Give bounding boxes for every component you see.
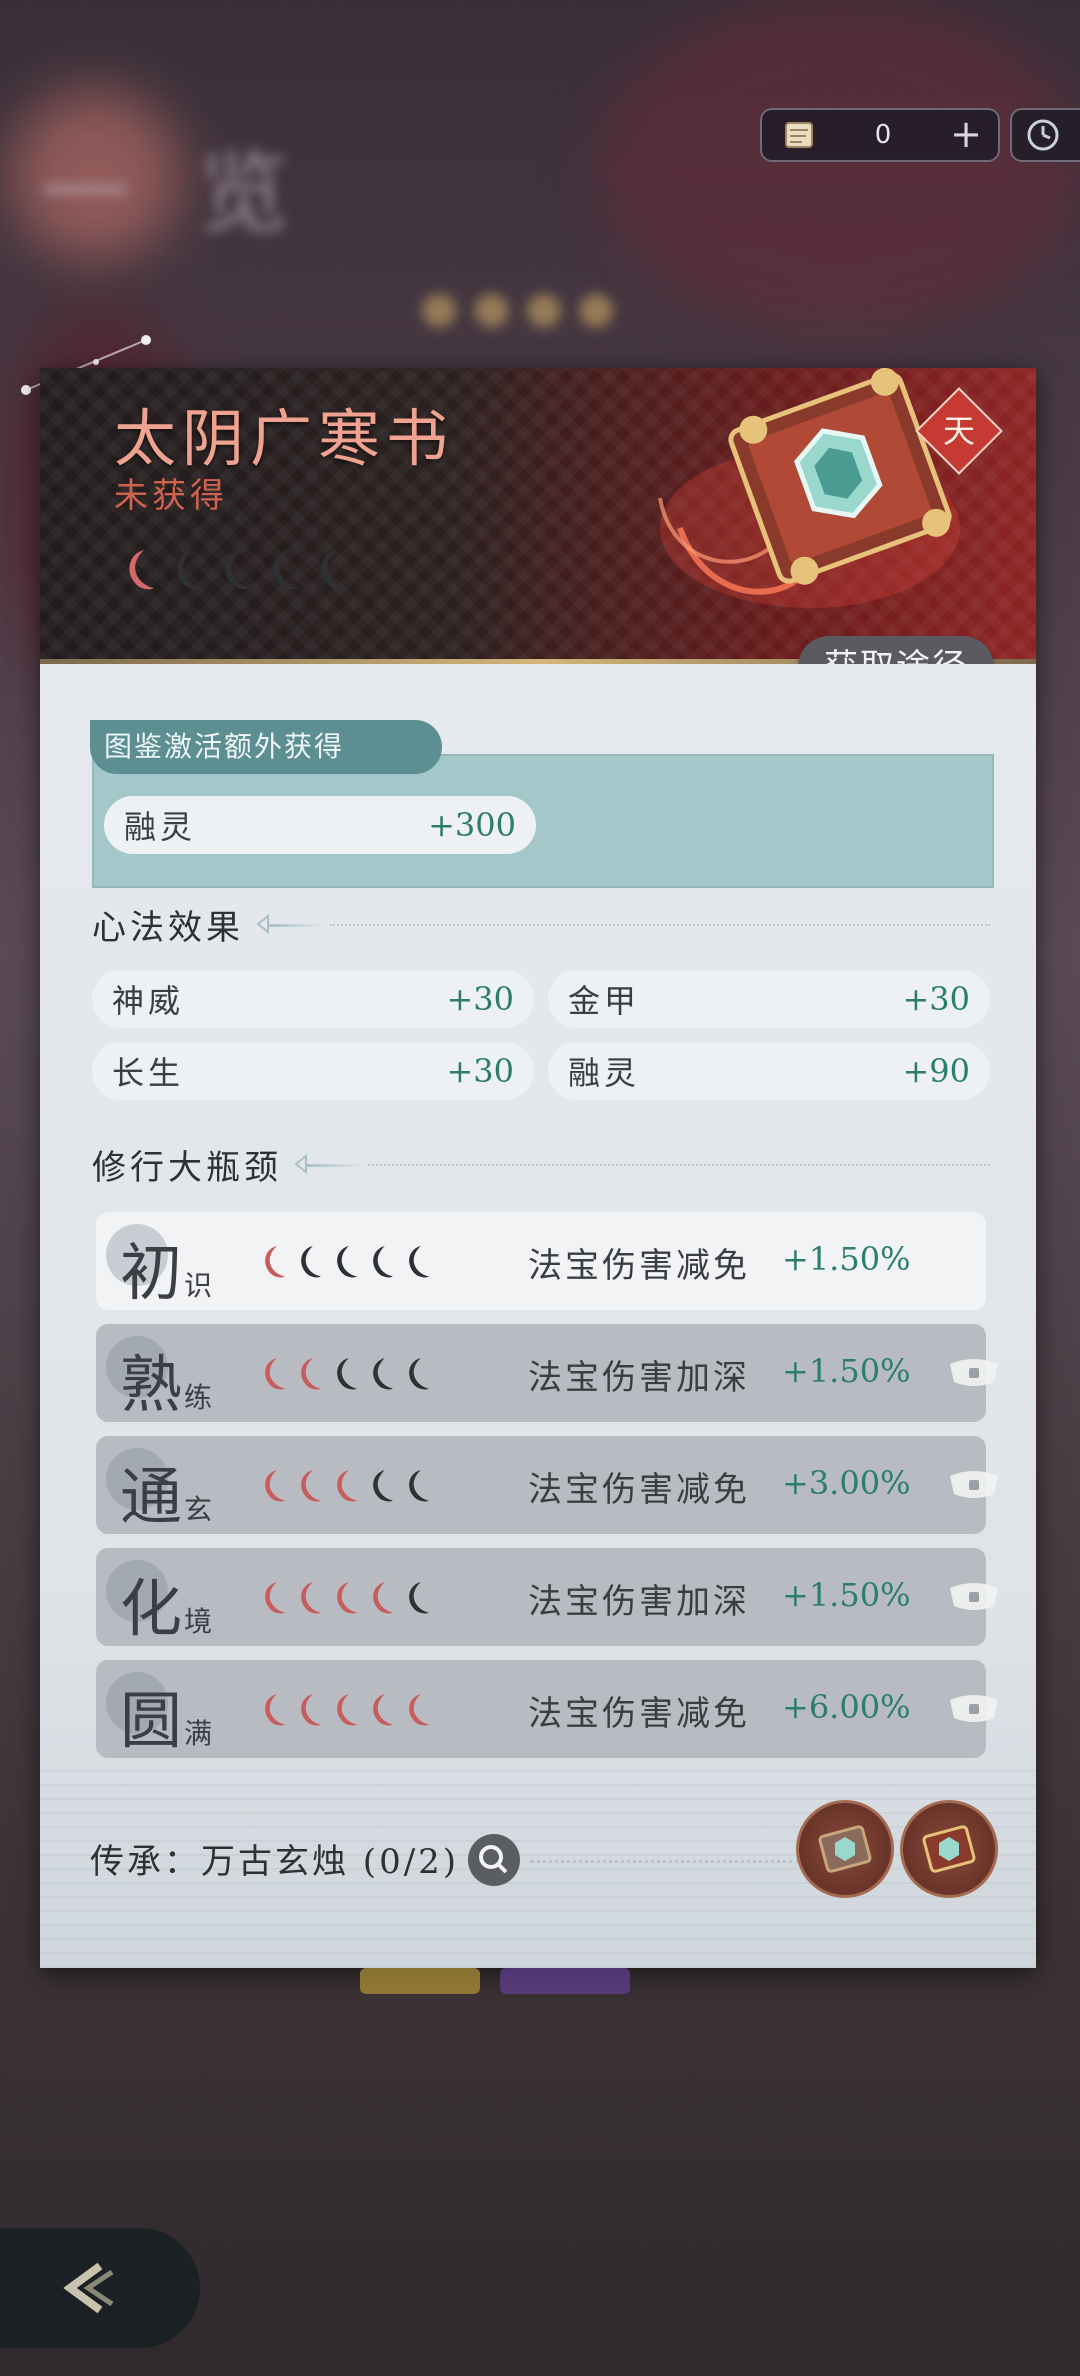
moon-icon — [337, 1694, 357, 1726]
back-icon — [63, 2262, 114, 2314]
realm-sublabel: 满 — [184, 1717, 213, 1750]
clock-button[interactable] — [1010, 108, 1080, 162]
bottleneck-row[interactable]: 通玄 法宝伤害减免 +3.00% — [96, 1436, 998, 1534]
xinfa-stat: 神威 +30 — [92, 970, 534, 1028]
bottleneck-section-title: 修行大瓶颈 — [92, 1148, 282, 1188]
moon-icon — [301, 1582, 321, 1614]
moon-icon — [265, 1582, 285, 1614]
lock-icon — [950, 1583, 998, 1610]
card-body: 图鉴激活额外获得 融灵 +300 心法效果 神威 +30 金甲 +30 长生 +30 … — [40, 664, 1036, 1968]
inheritance-label: 传承：万古玄烛 (0/2) — [90, 1842, 460, 1882]
moon-icon — [373, 1470, 393, 1502]
codex-bonus-stat: 融灵 +300 — [104, 796, 536, 854]
realm-sublabel: 境 — [184, 1605, 213, 1638]
xinfa-stat: 金甲 +30 — [548, 970, 990, 1028]
inheritance-artifact-2[interactable] — [900, 1800, 998, 1898]
xinfa-section-title: 心法效果 — [92, 908, 244, 948]
bottleneck-effect: 法宝伤害加深 — [528, 1358, 750, 1398]
moon-icon — [273, 550, 298, 590]
star-rating — [256, 1354, 432, 1394]
realm-label: 熟 — [120, 1348, 183, 1421]
card-header: 太阴广寒书 未获得 天 — [40, 368, 1036, 664]
realm-label: 圆 — [120, 1684, 183, 1757]
item-status: 未获得 — [114, 476, 228, 516]
bottleneck-value: +1.50% — [782, 1576, 911, 1614]
lock-icon — [950, 1359, 998, 1386]
currency-bar: 0 + — [760, 108, 1000, 162]
moon-icon — [373, 1582, 393, 1614]
moon-icon — [321, 550, 346, 590]
bg-title-blur: 一 览 — [40, 141, 309, 246]
bottleneck-effect: 法宝伤害减免 — [528, 1246, 750, 1286]
realm-label: 化 — [120, 1572, 183, 1645]
bottleneck-row[interactable]: 初识 法宝伤害减免 +1.50% — [96, 1212, 986, 1310]
moon-icon — [409, 1694, 429, 1726]
moon-icon — [409, 1582, 429, 1614]
moon-icon — [265, 1470, 285, 1502]
moon-icon — [337, 1358, 357, 1390]
inheritance-search-button[interactable] — [468, 1834, 520, 1886]
moon-icon — [301, 1246, 321, 1278]
inheritance-artifact-1[interactable] — [796, 1800, 894, 1898]
moon-icon — [177, 550, 202, 590]
moon-icon — [301, 1358, 321, 1390]
realm-label: 通 — [120, 1460, 183, 1533]
moon-icon — [225, 550, 250, 590]
moon-icon — [373, 1246, 393, 1278]
item-detail-card: 太阴广寒书 未获得 天 获取 — [40, 368, 1036, 1968]
bottleneck-value: +1.50% — [782, 1240, 911, 1278]
add-currency-button[interactable]: + — [946, 115, 986, 155]
xinfa-stat: 融灵 +90 — [548, 1042, 990, 1100]
star-rating — [256, 1690, 432, 1730]
moon-icon — [129, 550, 154, 590]
bottom-tabs-blur — [360, 1968, 630, 1994]
bottleneck-value: +1.50% — [782, 1352, 911, 1390]
item-name: 太阴广寒书 — [114, 402, 455, 475]
bg-blur-flowers — [600, 0, 1080, 330]
scroll-icon — [785, 122, 813, 148]
moon-icon — [337, 1246, 357, 1278]
moon-icon — [373, 1694, 393, 1726]
moon-icon — [265, 1694, 285, 1726]
moon-icon — [337, 1470, 357, 1502]
lock-icon — [950, 1471, 998, 1498]
bottleneck-row[interactable]: 熟练 法宝伤害加深 +1.50% — [96, 1324, 998, 1422]
realm-sublabel: 练 — [184, 1381, 213, 1414]
star-rating — [256, 1466, 432, 1506]
moon-icon — [301, 1694, 321, 1726]
currency-count: 0 — [874, 120, 892, 150]
realm-sublabel: 玄 — [184, 1493, 213, 1526]
star-rating — [256, 1242, 432, 1282]
bottleneck-effect: 法宝伤害加深 — [528, 1582, 750, 1622]
lock-icon — [950, 1695, 998, 1722]
star-rating — [256, 1578, 432, 1618]
moon-icon — [409, 1246, 429, 1278]
bg-gold-blur: ● ● ● ● — [420, 282, 616, 333]
moon-icon — [301, 1470, 321, 1502]
bottleneck-effect: 法宝伤害减免 — [528, 1694, 750, 1734]
moon-icon — [265, 1358, 285, 1390]
moon-icon — [265, 1246, 285, 1278]
star-rating — [118, 546, 350, 594]
moon-icon — [409, 1358, 429, 1390]
back-button[interactable] — [0, 2228, 200, 2348]
bottleneck-value: +3.00% — [782, 1464, 911, 1502]
moon-icon — [409, 1470, 429, 1502]
bottleneck-effect: 法宝伤害减免 — [528, 1470, 750, 1510]
xinfa-stat: 长生 +30 — [92, 1042, 534, 1100]
moon-icon — [373, 1358, 393, 1390]
moon-icon — [337, 1582, 357, 1614]
codex-bonus-tab: 图鉴激活额外获得 — [90, 720, 442, 774]
bottleneck-row[interactable]: 圆满 法宝伤害减免 +6.00% — [96, 1660, 998, 1758]
bottleneck-value: +6.00% — [782, 1688, 911, 1726]
clock-icon — [1027, 119, 1059, 151]
bottleneck-row[interactable]: 化境 法宝伤害加深 +1.50% — [96, 1548, 998, 1646]
realm-label: 初 — [120, 1236, 183, 1309]
search-icon — [479, 1845, 508, 1874]
realm-sublabel: 识 — [184, 1269, 213, 1302]
